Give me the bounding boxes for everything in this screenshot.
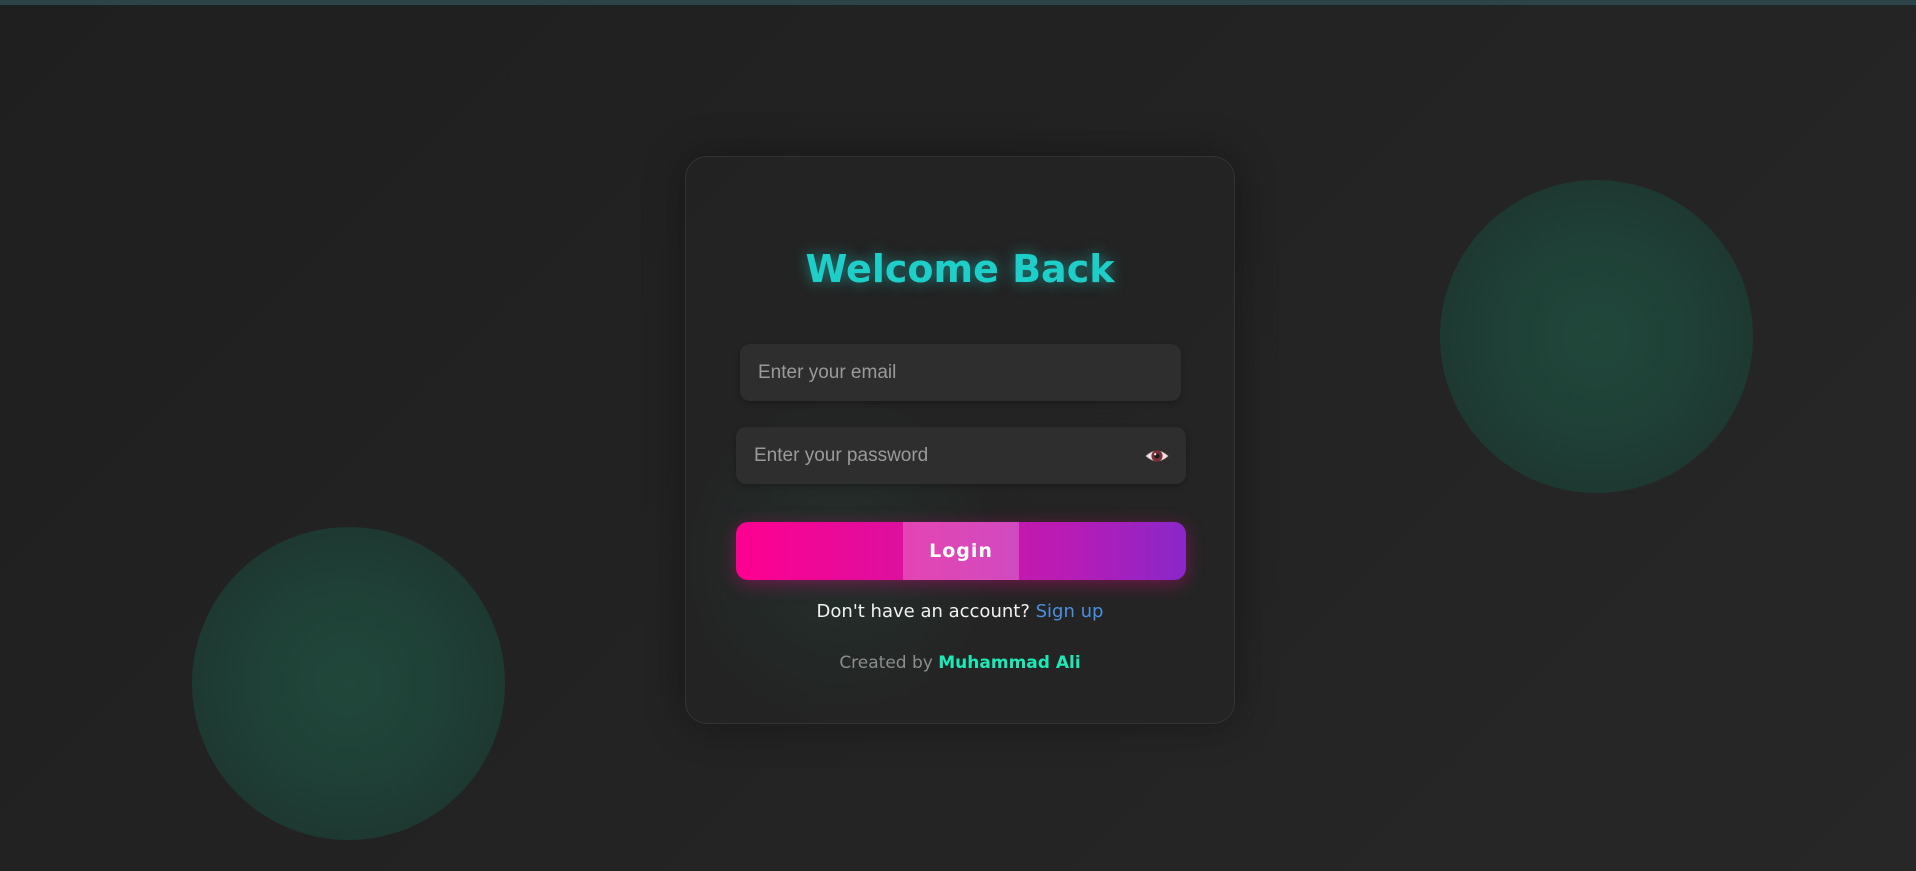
credit-prefix: Created by: [839, 653, 933, 673]
credit-line: Created by Muhammad Ali: [686, 653, 1234, 673]
credit-author: Muhammad Ali: [938, 653, 1081, 673]
email-field-container: [740, 344, 1181, 401]
eye-icon[interactable]: [1144, 443, 1170, 469]
decorative-orb-left: [192, 527, 505, 840]
top-accent-bar: [0, 0, 1916, 5]
login-button-label: Login: [929, 540, 993, 562]
login-card: Welcome Back Login Don't have an account…: [685, 156, 1235, 724]
signup-link[interactable]: Sign up: [1036, 601, 1104, 622]
password-input[interactable]: [736, 427, 1186, 484]
email-input[interactable]: [740, 344, 1181, 401]
signup-prompt: Don't have an account? Sign up: [686, 601, 1234, 622]
login-button[interactable]: Login: [736, 522, 1186, 580]
page-title: Welcome Back: [805, 247, 1115, 291]
signup-prompt-text: Don't have an account?: [816, 601, 1030, 622]
password-field-container: [736, 427, 1186, 484]
decorative-orb-right: [1440, 180, 1753, 493]
